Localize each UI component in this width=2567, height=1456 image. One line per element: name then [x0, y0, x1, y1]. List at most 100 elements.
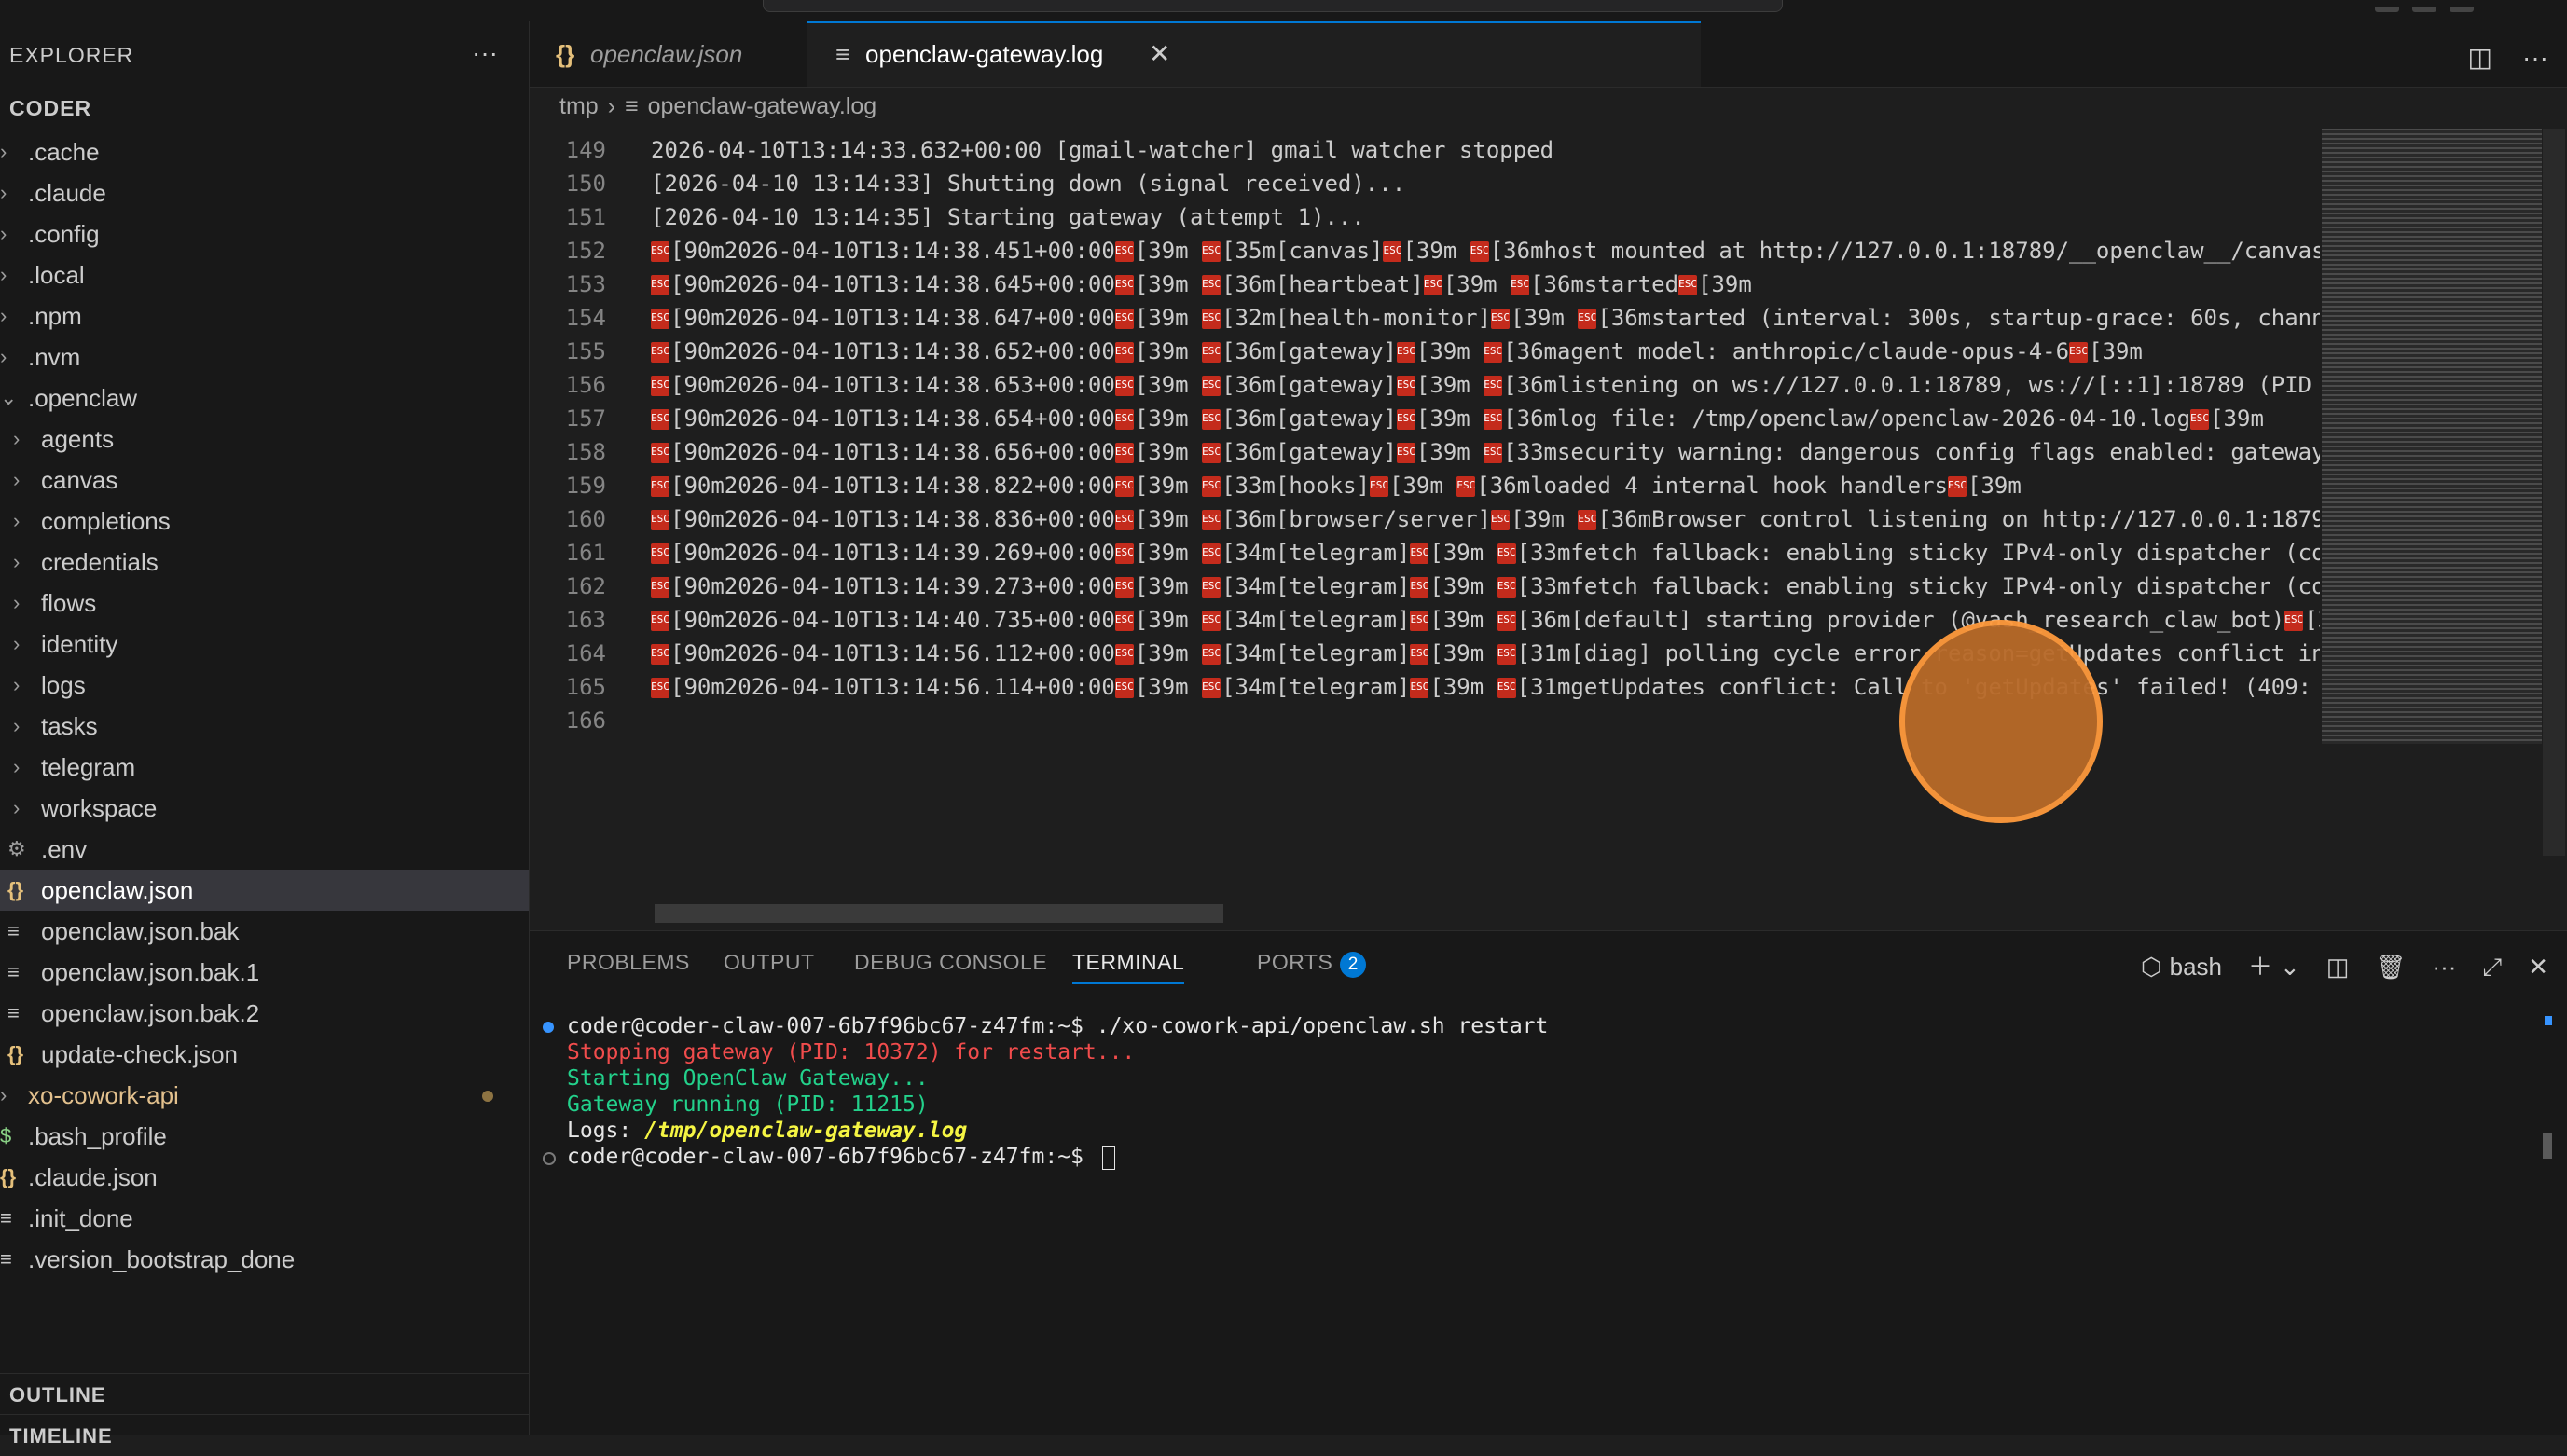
terminal-output[interactable]: coder@coder-claw-007-6b7f96bc67-z47fm:~$…	[543, 1013, 2525, 1170]
tab-problems[interactable]: PROBLEMS	[567, 950, 690, 975]
vertical-scrollbar[interactable]	[2543, 129, 2565, 856]
code-line: ESC[90m2026-04-10T13:14:39.269+00:00ESC[…	[651, 536, 2320, 570]
split-editor-icon[interactable]: ◫	[2468, 43, 2492, 72]
line-number: 150	[565, 171, 606, 197]
tree-item-label: .local	[28, 261, 85, 289]
tree-item[interactable]: › credentials	[0, 542, 529, 583]
code-text: [39m	[1415, 439, 1484, 465]
tab-output[interactable]: OUTPUT	[724, 950, 815, 975]
maximize-icon[interactable]: ⤢	[2482, 953, 2502, 981]
layout-icon[interactable]	[2450, 7, 2474, 12]
tree-item[interactable]: › identity	[0, 624, 529, 665]
tree-item[interactable]: {} openclaw.json	[0, 870, 529, 911]
add-terminal-icon[interactable]: ＋	[2248, 953, 2272, 981]
tree-item[interactable]: ≡ .init_done	[0, 1198, 529, 1239]
code-text: [2026-04-10 13:14:33] Shutting down (sig…	[651, 171, 1406, 197]
breadcrumb-file[interactable]: openclaw-gateway.log	[648, 93, 877, 119]
chevron-right-icon: ›	[13, 714, 21, 737]
code-line: [2026-04-10 13:14:35] Starting gateway (…	[651, 200, 2320, 234]
close-icon[interactable]: ✕	[2528, 953, 2548, 981]
ports-count-badge: 2	[1340, 952, 1367, 978]
tab-openclaw-gateway-log[interactable]: ≡ openclaw-gateway.log ✕	[807, 21, 1701, 87]
tree-item[interactable]: › workspace	[0, 788, 529, 829]
tree-item[interactable]: › canvas	[0, 460, 529, 501]
cursor-highlight	[1899, 620, 2103, 823]
tree-item[interactable]: › .cache	[0, 131, 529, 172]
chevron-down-icon[interactable]: ⌄	[2280, 953, 2300, 981]
layout-icon[interactable]	[2375, 7, 2399, 12]
tree-item[interactable]: ≡ .version_bootstrap_done	[0, 1239, 529, 1280]
tree-item[interactable]: › xo-cowork-api	[0, 1075, 529, 1116]
tree-item[interactable]: › .claude	[0, 172, 529, 213]
timeline-section[interactable]: TIMELINE	[0, 1414, 529, 1456]
code-text: [39m	[1134, 439, 1203, 465]
tab-debug-console[interactable]: DEBUG CONSOLE	[854, 950, 1047, 975]
tree-item-label: openclaw.json	[41, 876, 194, 904]
gear-icon: ⚙	[7, 837, 26, 860]
timeline-header: TIMELINE	[9, 1424, 113, 1448]
tree-item[interactable]: ≡ openclaw.json.bak.1	[0, 952, 529, 993]
ellipsis-icon[interactable]: ···	[2432, 953, 2456, 981]
escape-char-badge: ESC	[1383, 241, 1402, 262]
code-line: ESC[90m2026-04-10T13:14:38.652+00:00ESC[…	[651, 335, 2320, 368]
tree-item[interactable]: ≡ openclaw.json.bak.2	[0, 993, 529, 1034]
chevron-right-icon: ›	[13, 509, 21, 532]
tree-item[interactable]: › tasks	[0, 706, 529, 747]
code-text: [90m2026-04-10T13:14:38.836+00:00	[670, 506, 1115, 532]
tree-item[interactable]: $ .bash_profile	[0, 1116, 529, 1157]
tree-item[interactable]: › completions	[0, 501, 529, 542]
workspace-section-header[interactable]: CODER	[9, 96, 91, 121]
tab-ports[interactable]: PORTS 2	[1257, 950, 1367, 978]
command-center[interactable]	[763, 0, 1783, 12]
tree-item-label: .init_done	[28, 1204, 133, 1232]
tree-item[interactable]: {} .claude.json	[0, 1157, 529, 1198]
tree-item[interactable]: › .npm	[0, 295, 529, 337]
file-icon: ≡	[7, 1001, 20, 1024]
line-number: 156	[565, 372, 606, 398]
command-success-icon[interactable]	[543, 1022, 554, 1033]
minimap-slider[interactable]	[2322, 129, 2542, 744]
tree-item[interactable]: › .local	[0, 254, 529, 295]
chevron-right-icon: ›	[0, 345, 7, 368]
code-text: [39m	[1389, 473, 1457, 499]
shell-name[interactable]: bash	[2170, 953, 2222, 981]
close-icon[interactable]: ✕	[1149, 23, 1170, 85]
tree-item[interactable]: ≡ openclaw.json.bak	[0, 911, 529, 952]
layout-icon[interactable]	[2412, 7, 2436, 12]
escape-char-badge: ESC	[1202, 342, 1221, 363]
escape-char-badge: ESC	[1202, 476, 1221, 497]
horizontal-scrollbar[interactable]	[655, 904, 1223, 923]
code-text: [39m	[1134, 271, 1203, 297]
code-text: [90m2026-04-10T13:14:40.735+00:00	[670, 607, 1115, 633]
file-icon: ≡	[7, 919, 20, 942]
breadcrumb-folder[interactable]: tmp	[559, 93, 599, 119]
trash-icon[interactable]: 🗑	[2375, 953, 2406, 981]
explorer-title: EXPLORER	[9, 43, 134, 67]
code-text: [34m[telegram]	[1221, 573, 1411, 599]
line-number: 155	[565, 338, 606, 364]
tree-item-label: credentials	[41, 548, 159, 576]
tab-terminal[interactable]: TERMINAL	[1072, 950, 1185, 984]
tab-openclaw-json[interactable]: {} openclaw.json	[530, 21, 807, 87]
tree-item[interactable]: › telegram	[0, 747, 529, 788]
tree-item[interactable]: › agents	[0, 419, 529, 460]
json-braces-icon: {}	[556, 40, 575, 68]
ellipsis-icon[interactable]: ···	[2522, 43, 2548, 72]
tree-item[interactable]: › .nvm	[0, 337, 529, 378]
logs-path[interactable]: /tmp/openclaw-gateway.log	[644, 1119, 967, 1143]
outline-section[interactable]: OUTLINE	[0, 1373, 529, 1415]
tree-item[interactable]: ⚙ .env	[0, 829, 529, 870]
escape-char-badge: ESC	[1497, 678, 1516, 698]
tree-item[interactable]: ⌄ .openclaw	[0, 378, 529, 419]
split-terminal-icon[interactable]: ◫	[2326, 953, 2350, 981]
tree-item[interactable]: › .config	[0, 213, 529, 254]
command-pending-icon[interactable]	[543, 1152, 556, 1165]
code-text: [90m2026-04-10T13:14:38.656+00:00	[670, 439, 1115, 465]
tree-item[interactable]: › flows	[0, 583, 529, 624]
terminal-scrollbar[interactable]	[2543, 1133, 2552, 1159]
tree-item-label: completions	[41, 507, 171, 535]
ellipsis-icon[interactable]: ···	[472, 38, 498, 68]
tree-item[interactable]: › logs	[0, 665, 529, 706]
code-text: [36m[browser/server]	[1221, 506, 1492, 532]
tree-item[interactable]: {} update-check.json	[0, 1034, 529, 1075]
